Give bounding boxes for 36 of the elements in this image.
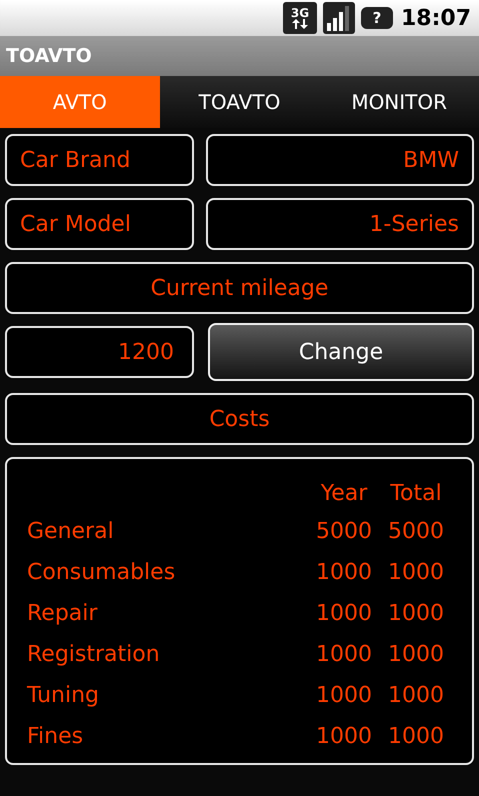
- field-value: 1-Series: [206, 198, 474, 250]
- year-cell-text: 1000: [315, 641, 373, 669]
- network-icon: 3G: [282, 2, 317, 34]
- year-cell-text: 5000: [315, 518, 373, 546]
- clock: 18:07: [400, 4, 471, 32]
- costs-heading: Costs: [5, 393, 474, 445]
- cost-name: Fines: [27, 723, 84, 751]
- total-cell-text: 1000: [387, 600, 445, 628]
- total-cell-text: 1000: [387, 723, 445, 751]
- year-cell-text: 1000: [315, 723, 373, 751]
- field-label: Car Brand: [5, 134, 194, 186]
- field-value: BMW: [206, 134, 474, 186]
- battery-icon: ?: [360, 7, 393, 29]
- total-cell-text: 1000: [387, 641, 445, 669]
- arrows-icon: [292, 19, 308, 29]
- column-header: Year: [320, 480, 368, 508]
- cost-name: Repair: [27, 600, 98, 628]
- mileage-field[interactable]: 1200: [5, 326, 194, 378]
- field-label: Car Model: [5, 198, 194, 250]
- cost-name: General: [27, 518, 115, 546]
- window-title: TOAVTO: [6, 44, 92, 69]
- mileage-heading: Current mileage: [5, 262, 474, 314]
- signal-icon: [322, 2, 355, 34]
- tab[interactable]: TOAVTO: [160, 76, 320, 128]
- cost-name: Tuning: [27, 682, 100, 710]
- column-header: Total: [389, 480, 443, 508]
- cost-name: Consumables: [27, 559, 176, 587]
- total-cell-text: 5000: [387, 518, 445, 546]
- total-cell-text: 1000: [387, 559, 445, 587]
- year-cell-text: 1000: [315, 682, 373, 710]
- year-cell-text: 1000: [315, 559, 373, 587]
- total-cell-text: 1000: [387, 682, 445, 710]
- cost-name: Registration: [27, 641, 161, 669]
- year-cell-text: 1000: [315, 600, 373, 628]
- tab[interactable]: MONITOR: [319, 76, 479, 128]
- change-button[interactable]: Change: [208, 323, 474, 381]
